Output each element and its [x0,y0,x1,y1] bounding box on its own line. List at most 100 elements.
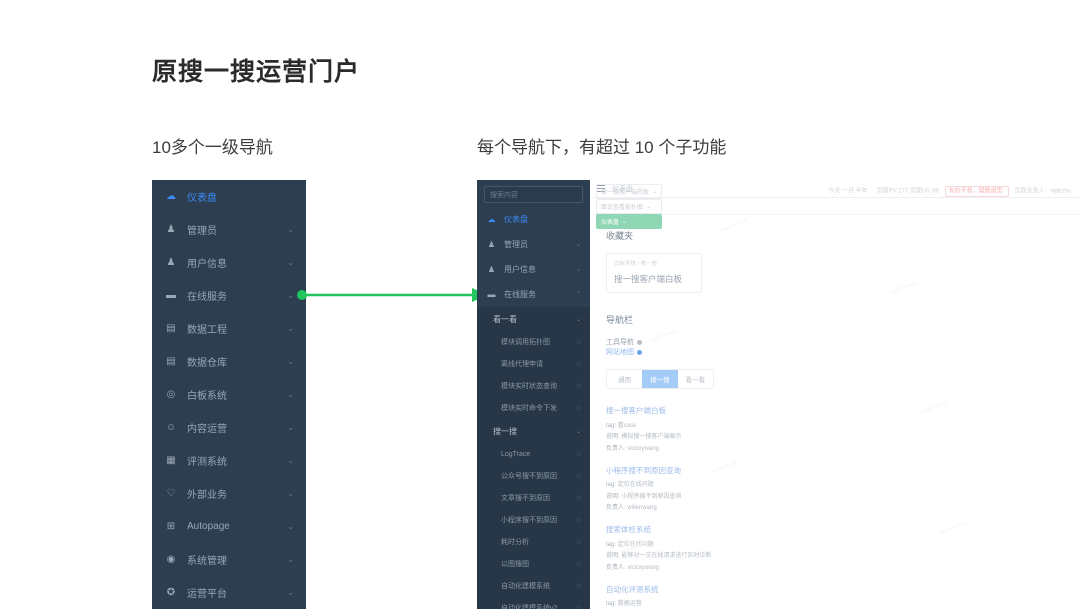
app-sidebar-subitem-1-4[interactable]: 耗时分析 ☆ [477,531,590,553]
subitem-label: 耗时分析 [501,539,529,546]
sidebar-item-4[interactable]: ▤ 数据工程 ⌄ [152,312,306,345]
topbar-chip-1[interactable]: 页面PV 277 页面UV 89 [874,187,942,196]
entry-title-link[interactable]: 搜索体检系统 [606,524,1064,535]
user-info-icon: ♟ [487,265,496,274]
favorite-card[interactable]: 白板系统 / 看一看 搜一搜客户端白板 [606,253,702,293]
star-icon[interactable]: ☆ [576,472,582,480]
sidebar-item-0[interactable]: ☁ 仪表盘 [152,180,306,213]
app-sidebar-item-label: 仪表盘 [504,215,528,224]
subitem-label: 模块实时状态查询 [501,383,557,390]
entry-desc-row: 说明: 模拟搜一搜客户端展示 [606,431,1064,440]
app-sidebar-subitem-1-2[interactable]: 文章搜不到原因 ☆ [477,487,590,509]
navbar-segment-2[interactable]: 看一看 [677,370,713,388]
subitem-label: LogTrace [501,450,531,458]
service-icon: ▬ [487,290,496,299]
navbar-tab-label: 工具导航 [606,339,634,346]
chevron-down-icon: ⌄ [287,489,294,498]
app-sidebar-subitem-0-1[interactable]: 离线代理申请 ☆ [477,353,590,375]
star-icon[interactable]: ☆ [576,582,582,590]
app-sidebar-item-3[interactable]: ▬ 在线服务 ⌃ [477,282,590,307]
star-icon[interactable]: ☆ [576,516,582,524]
navbar-tab-0[interactable]: 工具导航 [606,337,642,347]
app-sidebar-item-0[interactable]: ☁ 仪表盘 [477,207,590,232]
entry-owner-row: 负责人: victorywang [606,443,1064,452]
star-icon[interactable]: ☆ [576,404,582,412]
app-tab-label: 搜一搜客户端白板 [601,189,650,196]
app-sidebar-item-2[interactable]: ♟ 用户信息 ⌄ [477,257,590,282]
app-sidebar-subitem-1-0[interactable]: LogTrace ☆ [477,443,590,465]
star-icon[interactable]: ☆ [576,494,582,502]
chevron-down-icon: ⌄ [287,324,294,333]
star-icon[interactable]: ☆ [576,360,582,368]
sidebar-item-11[interactable]: ◉ 系统管理 ⌄ [152,543,306,576]
sidebar-item-10[interactable]: ⊞ Autopage ⌄ [152,510,306,543]
app-sidebar-subitem-0-0[interactable]: 模块调用拓扑图 ☆ [477,331,590,353]
entry-owner-label: 负责人: [606,505,626,511]
chevron-down-icon: ⌄ [287,357,294,366]
entry-tag-row: tag: 定位在线问题 [606,479,1064,488]
entry-desc-row: 说明: 能够对一次在线请求进行实时诊断 [606,550,1064,559]
star-icon[interactable]: ☆ [576,450,582,458]
subitem-label: 自动化建模系统v2 [501,605,558,609]
entry-title-link[interactable]: 搜一搜客户端白板 [606,405,1064,416]
entry-tag-label: tag: [606,541,617,548]
subitem-label: 离线代理申请 [501,361,543,368]
navbar-segment-1[interactable]: 搜一搜 [642,370,678,388]
subitem-label: 自动化建模系统 [501,583,550,590]
sidebar-item-label: 数据仓库 [187,358,227,369]
entry-title-link[interactable]: 自动化评测系统 [606,584,1064,595]
topbar-chip-3[interactable]: 页面负责人：nijiezhu [1012,187,1074,196]
star-icon[interactable]: ☆ [576,604,582,609]
topbar-chip-2[interactable]: 有的不易，疑数谢里· [944,186,1009,197]
entry-tag-label: tag: [606,601,617,607]
app-sidebar-subitem-0-2[interactable]: 模块实时状态查询 ☆ [477,375,590,397]
entry-title-link[interactable]: 小程序搜不到原因查询 [606,465,1064,476]
chevron-down-icon: ⌄ [287,390,294,399]
app-sidebar-subitem-1-1[interactable]: 公众号搜不到原因 ☆ [477,465,590,487]
star-icon[interactable]: ☆ [576,538,582,546]
app-sidebar-subitem-1-6[interactable]: 自动化建模系统 ☆ [477,575,590,597]
app-sidebar-subitem-1-3[interactable]: 小程序搜不到原因 ☆ [477,509,590,531]
app-sidebar-item-1[interactable]: ♟ 管理员 ⌄ [477,232,590,257]
entry-owner-label: 负责人: [606,564,626,571]
app-tab-0[interactable]: 搜一搜客户端白板 ⌄ [596,183,663,199]
entry-owner-row: 负责人: willenwang [606,502,1064,511]
chevron-down-icon: ⌄ [652,188,658,195]
chevron-down-icon: ⌄ [287,258,294,267]
app-sidebar-subitem-0-3[interactable]: 模块实时命令下发 ☆ [477,397,590,419]
entry-desc-label: 说明: [606,553,620,559]
navbar-segment-0[interactable]: 通用 [607,370,643,388]
sidebar-item-6[interactable]: ◎ 白板系统 ⌄ [152,378,306,411]
app-sidebar-subitem-1-5[interactable]: 以图搜图 ☆ [477,553,590,575]
chevron-down-icon: ⌄ [287,456,294,465]
topbar-chip-0[interactable]: 今天 一月 半年 [825,187,870,196]
app-sidebar-group-header[interactable]: 搜一搜 ⌄ [477,419,590,443]
sidebar-item-3[interactable]: ▬ 在线服务 ⌄ [152,279,306,312]
entry-tag-row: tag: 看case [606,420,1064,429]
app-tab-1[interactable]: 面议查看拓扑图 ⌄ [596,198,663,214]
sidebar-item-label: 在线服务 [187,292,227,303]
star-icon[interactable]: ☆ [576,382,582,390]
sidebar-item-7[interactable]: ☺ 内容运营 ⌄ [152,411,306,444]
sidebar-item-2[interactable]: ♟ 用户信息 ⌄ [152,246,306,279]
sidebar-item-9[interactable]: ♡ 外部业务 ⌄ [152,477,306,510]
app-sidebar-group-header[interactable]: 看一看 ⌄ [477,307,590,331]
app-sidebar-item-label: 管理员 [504,240,528,249]
sidebar-search-input[interactable]: 搜索内容 [484,186,583,203]
chevron-down-icon: ⌄ [646,203,652,210]
sidebar-item-1[interactable]: ♟ 管理员 ⌄ [152,213,306,246]
entry-tag-value: 看case [617,422,637,429]
app-sidebar-subitem-1-7[interactable]: 自动化建模系统v2 ☆ [477,597,590,609]
navbar-tab-1[interactable]: 网站地图 [606,347,642,357]
system-admin-icon: ◉ [166,554,176,565]
navbar-entry-1: 小程序搜不到原因查询 tag: 定位在线问题 说明: 小程序搜不到原因查询 负责人: … [606,465,1064,512]
right-app-mock: 搜索内容 ☁ 仪表盘 ♟ 管理员 ⌄ ♟ 用户信息 ⌄ ▬ 在线服务 ⌃ 看一看 ⌄ 模块调用拓扑图 ☆ 离线… [477,180,1080,609]
sidebar-item-5[interactable]: ▤ 数据仓库 ⌄ [152,345,306,378]
sidebar-item-label: 评测系统 [187,457,227,468]
sidebar-item-label: 系统管理 [187,556,227,567]
star-icon[interactable]: ☆ [576,560,582,568]
sidebar-item-12[interactable]: ✪ 运营平台 ⌄ [152,576,306,609]
sidebar-item-8[interactable]: ▦ 评测系统 ⌄ [152,444,306,477]
star-icon[interactable]: ☆ [576,338,582,346]
navbar-tabs: 工具导航 网站地图 [606,337,1064,357]
